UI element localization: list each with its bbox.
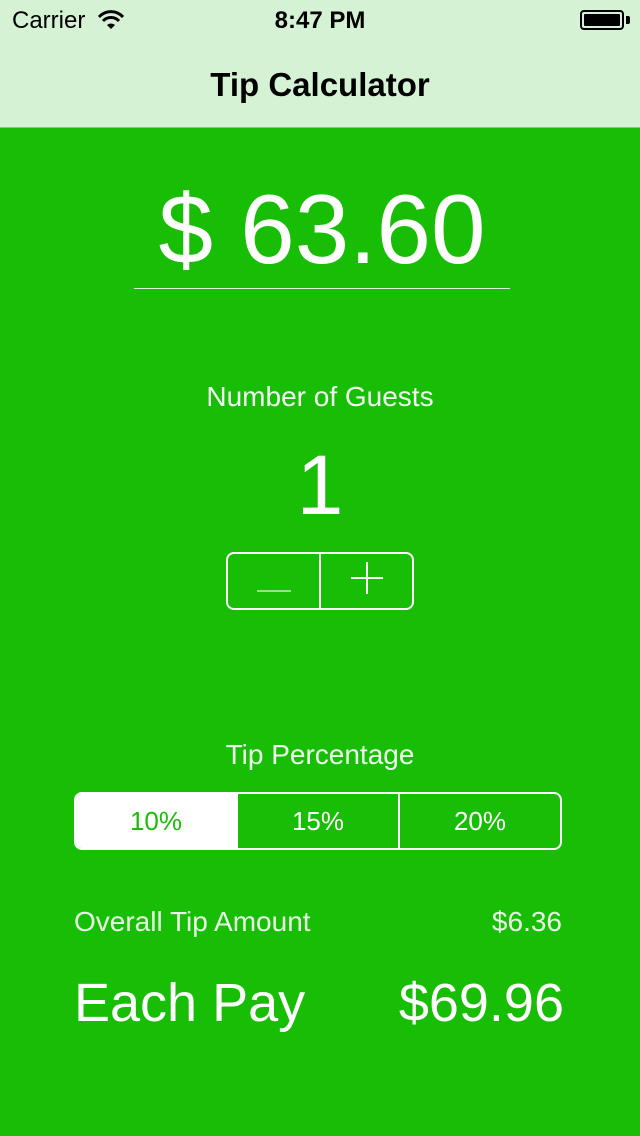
bill-amount-input[interactable]: $ 63.60: [134, 170, 510, 288]
battery-tip: [626, 16, 630, 24]
guests-label: Number of Guests: [206, 381, 434, 412]
guests-count: 1: [296, 438, 344, 532]
tip-option-15[interactable]: 15%: [238, 794, 400, 848]
tip-option-20[interactable]: 20%: [400, 794, 560, 848]
overall-tip-label: Overall Tip Amount: [74, 906, 311, 937]
minus-icon: [256, 559, 291, 604]
each-pay-value: $69.96: [398, 973, 564, 1033]
guests-stepper[interactable]: [226, 552, 414, 610]
overall-tip-value: $6.36: [491, 906, 562, 937]
status-time: 8:47 PM: [274, 7, 366, 34]
decrement-button[interactable]: [228, 554, 321, 608]
status-bar: Carrier 8:47 PM: [0, 0, 640, 40]
tip-option-10[interactable]: 10%: [76, 794, 238, 848]
tip-percentage-selector[interactable]: 10% 15% 20%: [74, 792, 562, 850]
navigation-bar: Tip Calculator: [0, 40, 640, 128]
page-title: Tip Calculator: [210, 66, 430, 103]
tip-percentage-label: Tip Percentage: [225, 739, 415, 770]
plus-icon: [350, 559, 383, 604]
increment-button[interactable]: [321, 554, 412, 608]
battery-icon: [580, 10, 624, 30]
bill-amount-underline: [134, 288, 510, 289]
each-pay-label: Each Pay: [74, 973, 306, 1033]
